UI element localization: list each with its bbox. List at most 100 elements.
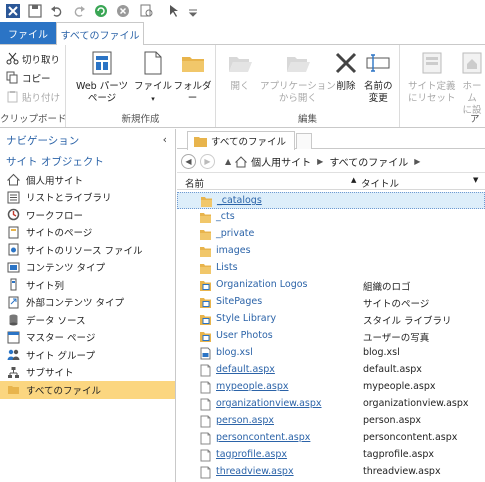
nav-item[interactable]: サイトのリソース ファイル	[0, 241, 175, 259]
file-name[interactable]: Organization Logos	[216, 279, 307, 290]
breadcrumb-dropdown-icon[interactable]: ▲	[225, 157, 231, 166]
pointer-icon[interactable]	[160, 0, 186, 22]
open-folder-icon	[226, 49, 254, 77]
set-home-button[interactable]: ホーム に設	[458, 49, 485, 117]
breadcrumb-current[interactable]: すべてのファイル	[329, 154, 408, 169]
customize-toolbar-icon[interactable]	[186, 0, 200, 22]
refresh-icon[interactable]	[90, 0, 112, 22]
file-row[interactable]: default.aspx default.aspx	[177, 362, 485, 379]
file-name[interactable]: User Photos	[216, 330, 273, 341]
page-icon	[6, 225, 20, 239]
nav-item[interactable]: リストとライブラリ	[0, 189, 175, 207]
file-name[interactable]: SitePages	[216, 296, 262, 307]
file-name[interactable]: default.aspx	[216, 364, 275, 375]
open-button[interactable]: 開く	[226, 49, 254, 93]
file-row[interactable]: _private	[177, 226, 485, 243]
file-row[interactable]: images	[177, 243, 485, 260]
nav-item-label: サイトのページ	[26, 228, 93, 240]
nav-item[interactable]: ワークフロー	[0, 206, 175, 224]
file-name[interactable]: Style Library	[216, 313, 276, 324]
home-icon	[235, 155, 248, 167]
cut-button[interactable]: 切り取り	[6, 50, 60, 67]
nav-item[interactable]: データ ソース	[0, 311, 175, 329]
new-folder-button[interactable]: フォルダー	[170, 49, 215, 105]
file-row[interactable]: Organization Logos 組織のロゴ	[177, 277, 485, 294]
nav-item-label: マスター ページ	[26, 333, 96, 345]
forward-button[interactable]: ▶	[200, 154, 215, 169]
nav-item[interactable]: サブサイト	[0, 364, 175, 382]
file-row[interactable]: _cts	[177, 209, 485, 226]
file-row[interactable]: Lists	[177, 260, 485, 277]
save-icon[interactable]	[24, 0, 46, 22]
file-name[interactable]: blog.xsl	[216, 347, 253, 358]
undo-icon[interactable]	[46, 0, 68, 22]
file-name[interactable]: images	[216, 245, 251, 256]
filter-arrow-icon[interactable]: ▼	[473, 176, 478, 184]
back-button[interactable]: ◀	[181, 154, 196, 169]
file-name[interactable]: threadview.aspx	[216, 466, 294, 477]
nav-item[interactable]: サイト列	[0, 276, 175, 294]
file-name[interactable]: mypeople.aspx	[216, 381, 289, 392]
file-name[interactable]: organizationview.aspx	[216, 398, 322, 409]
tab-file[interactable]: ファイル	[0, 22, 56, 44]
file-row[interactable]: mypeople.aspx mypeople.aspx	[177, 379, 485, 396]
new-tab-button[interactable]	[296, 133, 312, 149]
file-row[interactable]: Style Library スタイル ライブラリ	[177, 311, 485, 328]
rename-button[interactable]: 名前の 変更	[364, 49, 393, 105]
nav-item[interactable]: すべてのファイル	[0, 381, 175, 399]
group-icon	[6, 348, 20, 362]
file-row[interactable]: User Photos ユーザーの写真	[177, 328, 485, 345]
file-name[interactable]: Lists	[216, 262, 238, 273]
nav-item[interactable]: マスター ページ	[0, 329, 175, 347]
redo-icon[interactable]	[68, 0, 90, 22]
file-row[interactable]: blog.xsl blog.xsl	[177, 345, 485, 362]
file-row[interactable]: tagprofile.aspx tagprofile.aspx	[177, 447, 485, 464]
stop-icon[interactable]	[112, 0, 134, 22]
app-logo-icon[interactable]	[2, 0, 24, 22]
tab-all-files-doc[interactable]: すべてのファイル	[187, 131, 295, 150]
nav-item[interactable]: 外部コンテンツ タイプ	[0, 294, 175, 312]
list-icon	[6, 190, 20, 204]
file-row[interactable]: person.aspx person.aspx	[177, 413, 485, 430]
file-name[interactable]: personcontent.aspx	[216, 432, 310, 443]
nav-item-label: 外部コンテンツ タイプ	[26, 298, 125, 310]
file-name[interactable]: _private	[216, 228, 254, 239]
library-icon	[199, 330, 212, 343]
delete-button[interactable]: 削除	[332, 49, 360, 93]
new-file-button[interactable]: ファイル ▾	[134, 49, 172, 105]
web-parts-page-button[interactable]: Web パーツ ページ	[76, 49, 128, 105]
open-from-app-label-1: アプリケーション	[260, 81, 336, 92]
nav-item[interactable]: コンテンツ タイプ	[0, 259, 175, 277]
copy-button[interactable]: コピー	[6, 69, 51, 86]
column-name-header[interactable]: 名前	[185, 176, 204, 190]
file-row[interactable]: personcontent.aspx personcontent.aspx	[177, 430, 485, 447]
nav-item[interactable]: 個人用サイト	[0, 171, 175, 189]
nav-item[interactable]: サイト グループ	[0, 346, 175, 364]
column-headers: 名前 ▲ タイトル ▼	[177, 175, 485, 190]
nav-item-label: コンテンツ タイプ	[26, 263, 106, 275]
reset-site-definition-button[interactable]: サイト定義 にリセット	[408, 49, 456, 105]
file-row[interactable]: threadview.aspx threadview.aspx	[177, 464, 485, 481]
nav-item[interactable]: サイトのページ	[0, 224, 175, 242]
collapse-chevron-icon[interactable]: ‹	[163, 133, 167, 146]
file-name[interactable]: _catalogs	[217, 195, 262, 206]
preview-icon[interactable]	[134, 0, 160, 22]
paste-icon	[7, 91, 18, 103]
tab-all-files[interactable]: すべてのファイル	[56, 22, 144, 45]
sort-arrow-icon[interactable]: ▲	[351, 176, 356, 184]
file-name[interactable]: person.aspx	[216, 415, 274, 426]
open-from-app-button[interactable]: アプリケーション から開く	[260, 49, 336, 105]
file-name[interactable]: _cts	[216, 211, 235, 222]
aspx-file-icon	[199, 449, 212, 462]
file-row[interactable]: organizationview.aspx organizationview.as…	[177, 396, 485, 413]
web-parts-page-icon	[88, 49, 116, 77]
column-title-header[interactable]: タイトル	[361, 176, 399, 190]
file-row[interactable]: _catalogs	[177, 192, 485, 209]
library-icon	[199, 313, 212, 326]
breadcrumb-root[interactable]: 個人用サイト	[251, 154, 311, 169]
paste-button[interactable]: 貼り付け	[6, 88, 60, 105]
file-row[interactable]: SitePages サイトのページ	[177, 294, 485, 311]
file-name[interactable]: tagprofile.aspx	[216, 449, 287, 460]
document-tab-label: すべてのファイル	[211, 137, 286, 148]
home-page-icon	[458, 49, 485, 77]
